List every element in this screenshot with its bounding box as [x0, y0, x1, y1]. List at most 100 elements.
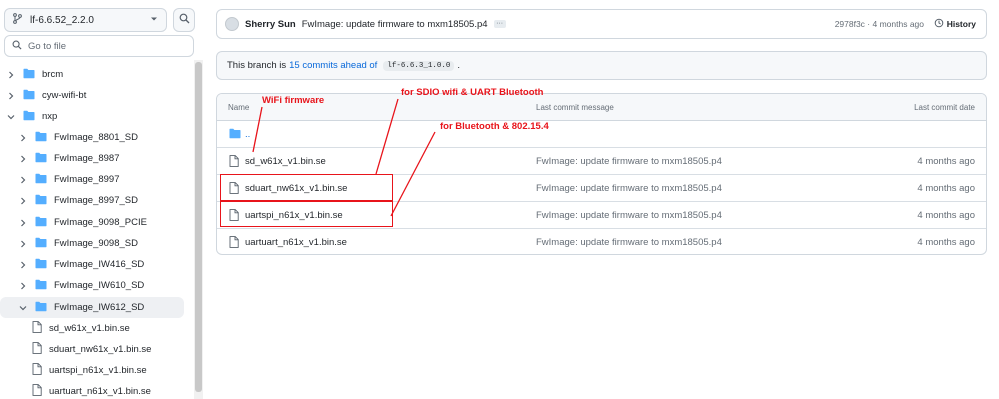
folder-icon [35, 301, 47, 315]
file-icon [32, 321, 42, 336]
chevron-right-icon[interactable] [18, 196, 28, 206]
search-icon [12, 40, 22, 53]
folder-icon [23, 89, 35, 103]
branch-ahead-banner: This branch is 15 commits ahead of lf-6.… [216, 51, 987, 80]
tree-item-label: FwImage_8801_SD [54, 132, 138, 143]
annotation-box-uartspi [220, 201, 393, 227]
chevron-right-icon[interactable] [18, 154, 28, 164]
chevron-right-icon[interactable] [18, 281, 28, 291]
tree-item-brcm[interactable]: brcm [0, 64, 184, 85]
tree-item-fwimage-8997-sd[interactable]: FwImage_8997_SD [0, 190, 184, 211]
tree-item-fwimage-8801-sd[interactable]: FwImage_8801_SD [0, 127, 184, 148]
caret-down-icon [150, 15, 158, 26]
tree-item-sd-w61x-v1-bin-se[interactable]: sd_w61x_v1.bin.se [0, 318, 184, 339]
folder-icon [35, 237, 47, 251]
parent-directory-row[interactable]: .. [217, 121, 986, 148]
file-name-link[interactable]: sd_w61x_v1.bin.se [245, 156, 326, 167]
search-icon [179, 13, 190, 27]
file-commit-message-link[interactable]: FwImage: update firmware to mxm18505.p4 [536, 156, 722, 167]
folder-icon [35, 131, 47, 145]
tree-item-label: uartspi_n61x_v1.bin.se [49, 365, 147, 376]
parent-directory-link[interactable]: .. [245, 129, 250, 140]
tree-item-fwimage-8987[interactable]: FwImage_8987 [0, 148, 184, 169]
branch-selector[interactable]: lf-6.6.52_2.2.0 [4, 8, 167, 32]
chevron-right-icon[interactable] [18, 218, 28, 228]
tree-item-label: brcm [42, 69, 64, 80]
annotation-box-sduart [220, 174, 393, 201]
folder-icon [35, 258, 47, 272]
base-branch-code: lf-6.6.3_1.0.0 [383, 60, 455, 71]
annotation-wifi-firmware: WiFi firmware [262, 95, 325, 106]
file-icon [229, 236, 239, 251]
chevron-right-icon[interactable] [18, 239, 28, 249]
file-commit-date: 4 months ago [917, 156, 975, 167]
go-to-file-field[interactable] [4, 35, 194, 57]
tree-item-cyw-wifi-bt[interactable]: cyw-wifi-bt [0, 85, 184, 106]
file-commit-date: 4 months ago [917, 183, 975, 194]
file-icon [32, 342, 42, 357]
tree-item-label: sduart_nw61x_v1.bin.se [49, 344, 152, 355]
git-branch-icon [13, 13, 22, 27]
tree-item-label: FwImage_9098_PCIE [54, 217, 147, 228]
branch-name: lf-6.6.52_2.2.0 [30, 14, 94, 26]
table-row[interactable]: sd_w61x_v1.bin.se FwImage: update firmwar… [217, 148, 986, 175]
tree-item-label: FwImage_IW612_SD [54, 302, 145, 313]
file-commit-date: 4 months ago [917, 237, 975, 248]
tree-item-nxp[interactable]: nxp [0, 106, 184, 127]
tree-item-sduart-nw61x-v1-bin-se[interactable]: sduart_nw61x_v1.bin.se [0, 339, 184, 360]
scrollbar-thumb[interactable] [195, 62, 202, 392]
commit-hash-time[interactable]: 2978f3c · 4 months ago [835, 19, 924, 29]
tree-item-fwimage-iw610-sd[interactable]: FwImage_IW610_SD [0, 275, 184, 296]
chevron-down-icon[interactable] [18, 303, 28, 313]
tree-item-label: nxp [42, 111, 58, 122]
file-commit-message-link[interactable]: FwImage: update firmware to mxm18505.p4 [536, 237, 722, 248]
folder-icon [35, 279, 47, 293]
ahead-prefix: This branch is [227, 60, 287, 71]
chevron-right-icon[interactable] [18, 260, 28, 270]
tree-item-label: sd_w61x_v1.bin.se [49, 323, 130, 334]
folder-icon [35, 152, 47, 166]
chevron-right-icon[interactable] [18, 175, 28, 185]
search-button[interactable] [173, 8, 195, 32]
chevron-right-icon[interactable] [18, 133, 28, 143]
sidebar-scrollbar[interactable] [194, 60, 203, 399]
folder-icon [35, 173, 47, 187]
folder-icon [229, 128, 241, 142]
expand-commit-message-button[interactable]: ··· [493, 20, 506, 28]
tree-item-fwimage-iw416-sd[interactable]: FwImage_IW416_SD [0, 254, 184, 275]
chevron-down-icon[interactable] [6, 112, 16, 122]
annotation-sdio-uart: for SDIO wifi & UART Bluetooth [401, 87, 544, 98]
file-name-link[interactable]: uartuart_n61x_v1.bin.se [245, 237, 347, 248]
ahead-suffix: . [457, 60, 460, 71]
tree-item-fwimage-9098-sd[interactable]: FwImage_9098_SD [0, 233, 184, 254]
history-button[interactable]: History [934, 18, 976, 30]
tree-item-label: FwImage_IW416_SD [54, 259, 145, 270]
folder-icon [23, 110, 35, 124]
go-to-file-input[interactable] [28, 40, 178, 52]
tree-item-label: cyw-wifi-bt [42, 90, 87, 101]
file-commit-message-link[interactable]: FwImage: update firmware to mxm18505.p4 [536, 183, 722, 194]
folder-icon [35, 194, 47, 208]
file-icon [32, 363, 42, 378]
table-row[interactable]: uartuart_n61x_v1.bin.se FwImage: update f… [217, 229, 986, 254]
column-message-header: Last commit message [536, 103, 614, 112]
annotation-bluetooth-802154: for Bluetooth & 802.15.4 [440, 121, 549, 132]
tree-item-fwimage-8997[interactable]: FwImage_8997 [0, 169, 184, 190]
column-date-header: Last commit date [914, 103, 975, 112]
commit-author[interactable]: Sherry Sun [245, 19, 296, 30]
column-name-header: Name [228, 103, 250, 112]
file-commit-date: 4 months ago [917, 210, 975, 221]
history-icon [934, 18, 944, 30]
commit-message[interactable]: FwImage: update firmware to mxm18505.p4 [302, 19, 488, 30]
tree-item-fwimage-iw612-sd[interactable]: FwImage_IW612_SD [0, 297, 184, 318]
file-icon [32, 384, 42, 399]
tree-item-uartspi-n61x-v1-bin-se[interactable]: uartspi_n61x_v1.bin.se [0, 360, 184, 381]
chevron-right-icon[interactable] [6, 91, 16, 101]
avatar[interactable] [225, 17, 239, 31]
chevron-right-icon[interactable] [6, 70, 16, 80]
tree-item-uartuart-n61x-v1-bin-se[interactable]: uartuart_n61x_v1.bin.se [0, 381, 184, 399]
file-commit-message-link[interactable]: FwImage: update firmware to mxm18505.p4 [536, 210, 722, 221]
tree-item-fwimage-9098-pcie[interactable]: FwImage_9098_PCIE [0, 212, 184, 233]
folder-icon [35, 216, 47, 230]
commits-ahead-link[interactable]: 15 commits ahead of [289, 60, 377, 71]
